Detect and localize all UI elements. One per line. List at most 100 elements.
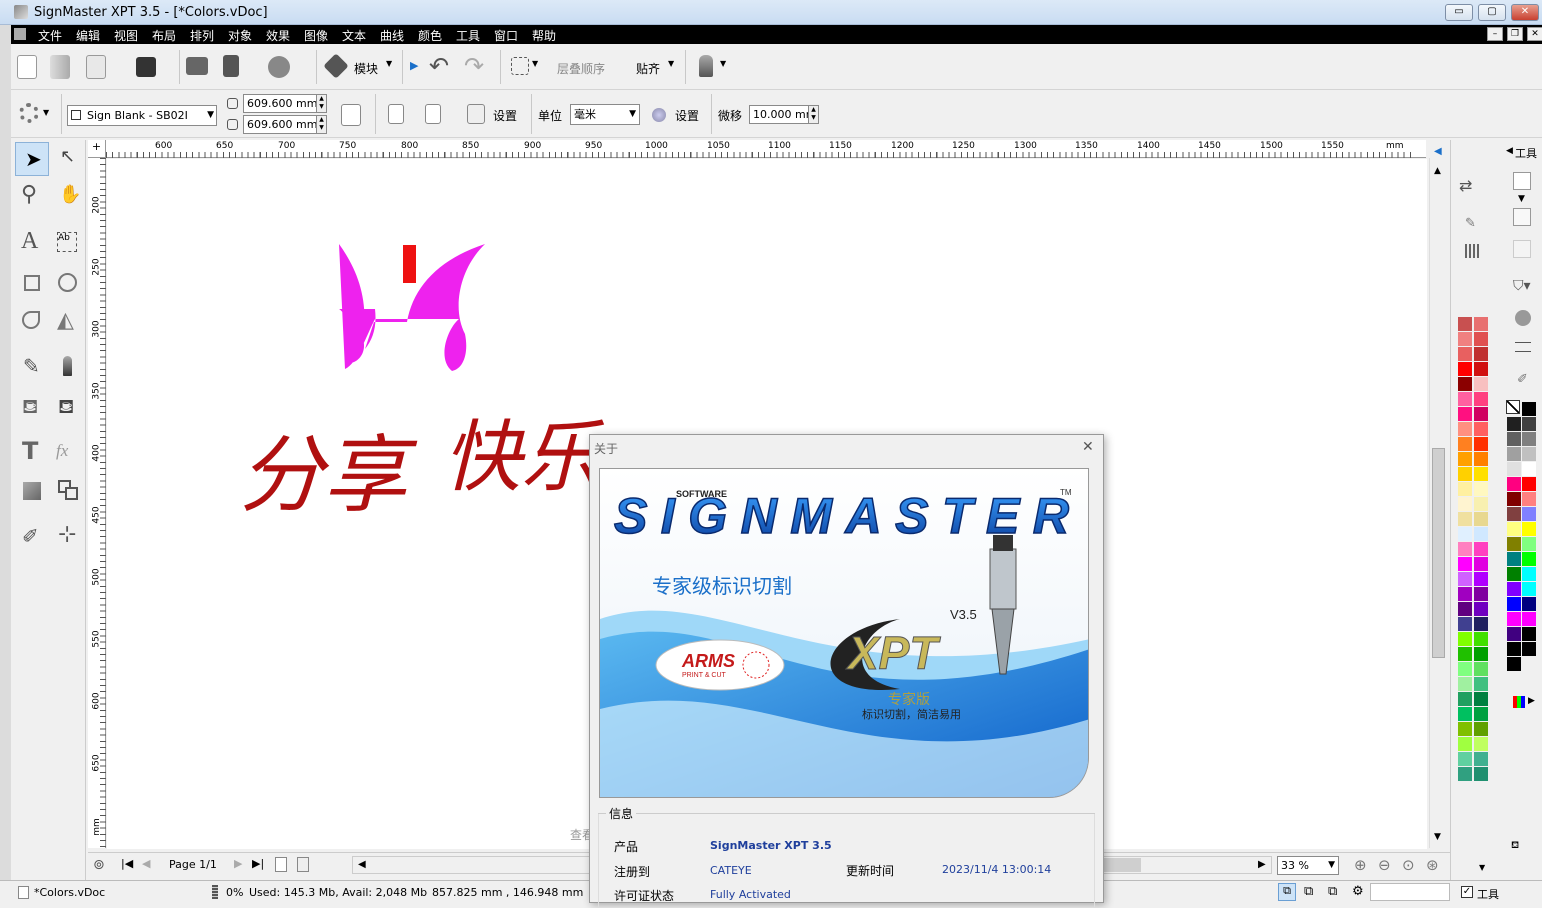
snap-node-icon[interactable]: ⧉ (1328, 884, 1337, 899)
menu-edit[interactable]: 编辑 (76, 27, 100, 44)
menu-effects[interactable]: 效果 (266, 27, 290, 44)
text-effect-tool[interactable]: T (15, 436, 49, 470)
page-orientation-icon[interactable] (341, 104, 361, 126)
color-swatch[interactable] (1474, 437, 1488, 451)
menu-text[interactable]: 文本 (342, 27, 366, 44)
status-input[interactable] (1370, 883, 1450, 901)
page-settings-nav-icon[interactable] (297, 857, 309, 872)
print-icon[interactable] (186, 57, 208, 75)
color-swatch[interactable] (1458, 482, 1472, 496)
layer-order-label[interactable]: 层叠顺序 (557, 60, 605, 77)
color-swatch[interactable] (1507, 507, 1521, 521)
color-swatch[interactable] (1458, 497, 1472, 511)
pick-color-icon[interactable]: ⇄ (1459, 176, 1472, 195)
shape-tool[interactable] (15, 304, 49, 338)
menu-image[interactable]: 图像 (304, 27, 328, 44)
color-swatch[interactable] (1458, 557, 1472, 571)
new-document-icon[interactable] (17, 55, 37, 79)
color-swatch[interactable] (1507, 612, 1521, 626)
menu-help[interactable]: 帮助 (532, 27, 556, 44)
color-swatch[interactable] (1474, 752, 1488, 766)
fill-bucket-small-icon[interactable]: ⛾ (1511, 840, 1519, 853)
color-swatch[interactable] (1474, 722, 1488, 736)
about-close-button[interactable]: ✕ (1082, 439, 1094, 455)
menu-curve[interactable]: 曲线 (380, 27, 404, 44)
zoom-dropdown-icon[interactable]: ▼ (1328, 857, 1335, 874)
color-swatch[interactable] (1522, 552, 1536, 566)
nudge-field[interactable]: 10.000 mm (749, 105, 809, 124)
menu-view[interactable]: 视图 (114, 27, 138, 44)
pan-tool[interactable]: ✋ (51, 180, 85, 214)
color-swatch[interactable] (1507, 492, 1521, 506)
color-swatch[interactable] (1474, 422, 1488, 436)
stroke-preview[interactable] (1513, 208, 1531, 226)
scroll-down-arrow-icon[interactable]: ▼ (1434, 832, 1441, 842)
color-swatch[interactable] (1458, 692, 1472, 706)
polygon-tool[interactable]: ◭ (51, 304, 85, 338)
mdi-close-button[interactable]: ✕ (1527, 27, 1542, 41)
canvas-artwork[interactable]: 分享 快乐 (107, 159, 607, 559)
nudge-spinner[interactable]: ▲ ▼ (808, 105, 819, 124)
mdi-minimize-button[interactable]: – (1487, 27, 1503, 41)
color-swatch[interactable] (1507, 477, 1521, 491)
play-icon[interactable]: ▶ (410, 59, 418, 72)
calligraphy-text-1[interactable]: 分享 (239, 426, 418, 524)
image-tool[interactable] (15, 474, 49, 508)
h-scroll-thumb[interactable] (1101, 858, 1141, 872)
color-swatch[interactable] (1522, 582, 1536, 596)
text-frame-tool[interactable]: Ab (51, 226, 85, 260)
color-swatch[interactable] (1474, 557, 1488, 571)
snap-dropdown-icon[interactable]: ▼ (668, 59, 674, 68)
color-swatch[interactable] (1507, 552, 1521, 566)
snap-settings-icon[interactable]: ⚙ (1352, 884, 1364, 899)
zoom-fit-icon[interactable]: ⊙ (1402, 856, 1415, 874)
snap-object-icon[interactable]: ⧉ (1304, 884, 1313, 899)
color-swatch[interactable] (1458, 647, 1472, 661)
width-field[interactable]: 609.600 mm (243, 94, 318, 113)
color-swatch[interactable] (1458, 362, 1472, 376)
scroll-thumb[interactable] (1432, 448, 1445, 658)
module-label[interactable]: 模块 (354, 60, 378, 77)
color-swatch[interactable] (1507, 537, 1521, 551)
color-swatch[interactable] (1458, 467, 1472, 481)
print-cut-icon[interactable] (268, 56, 290, 78)
color-swatch[interactable] (1474, 617, 1488, 631)
calligraphy-text-2[interactable]: 快乐 (443, 413, 605, 503)
color-swatch[interactable] (1522, 447, 1536, 461)
color-swatch[interactable] (1522, 462, 1536, 476)
color-swatch[interactable] (1458, 542, 1472, 556)
panel-collapse-icon[interactable]: ◀ (1434, 146, 1442, 157)
menu-tools[interactable]: 工具 (456, 27, 480, 44)
height-field[interactable]: 609.600 mm (243, 115, 318, 134)
color-swatch[interactable] (1522, 507, 1536, 521)
knife-tool-icon[interactable] (699, 55, 713, 77)
gear-icon[interactable] (19, 103, 39, 123)
color-swatch[interactable] (1458, 347, 1472, 361)
fill-preview[interactable] (1513, 172, 1531, 190)
tools-checkbox[interactable]: ✓ (1461, 886, 1473, 898)
zoom-in-icon[interactable]: ⊕ (1354, 856, 1367, 874)
module-icon[interactable] (323, 53, 349, 79)
zoom-tool[interactable]: ⚲ (15, 180, 49, 214)
color-swatch[interactable] (1522, 417, 1536, 431)
save-icon[interactable] (136, 57, 156, 77)
color-swatch[interactable] (1522, 492, 1536, 506)
menu-arrange[interactable]: 排列 (190, 27, 214, 44)
close-button[interactable]: ✕ (1511, 4, 1539, 21)
color-swatch[interactable] (1458, 512, 1472, 526)
prev-page-icon[interactable]: ◀ (142, 857, 150, 870)
fill-tool[interactable]: ⛾ (15, 390, 49, 424)
color-swatch[interactable] (1458, 422, 1472, 436)
fx-tool[interactable]: fx (51, 436, 85, 470)
dot-fill-icon[interactable] (1515, 310, 1531, 326)
width-spinner[interactable]: ▲ ▼ (316, 94, 327, 113)
fill-gradient-tool[interactable]: ⛾ (51, 390, 85, 424)
color-swatch[interactable] (1507, 597, 1521, 611)
gear-dropdown-icon[interactable]: ▼ (43, 108, 49, 117)
last-page-icon[interactable]: ▶| (252, 857, 264, 870)
color-swatch[interactable] (1507, 567, 1521, 581)
color-swatch[interactable] (1507, 642, 1521, 656)
color-swatch[interactable] (1458, 677, 1472, 691)
next-page-icon[interactable]: ▶ (234, 857, 242, 870)
media-select[interactable]: Sign Blank - SB02I ▼ (67, 105, 217, 126)
